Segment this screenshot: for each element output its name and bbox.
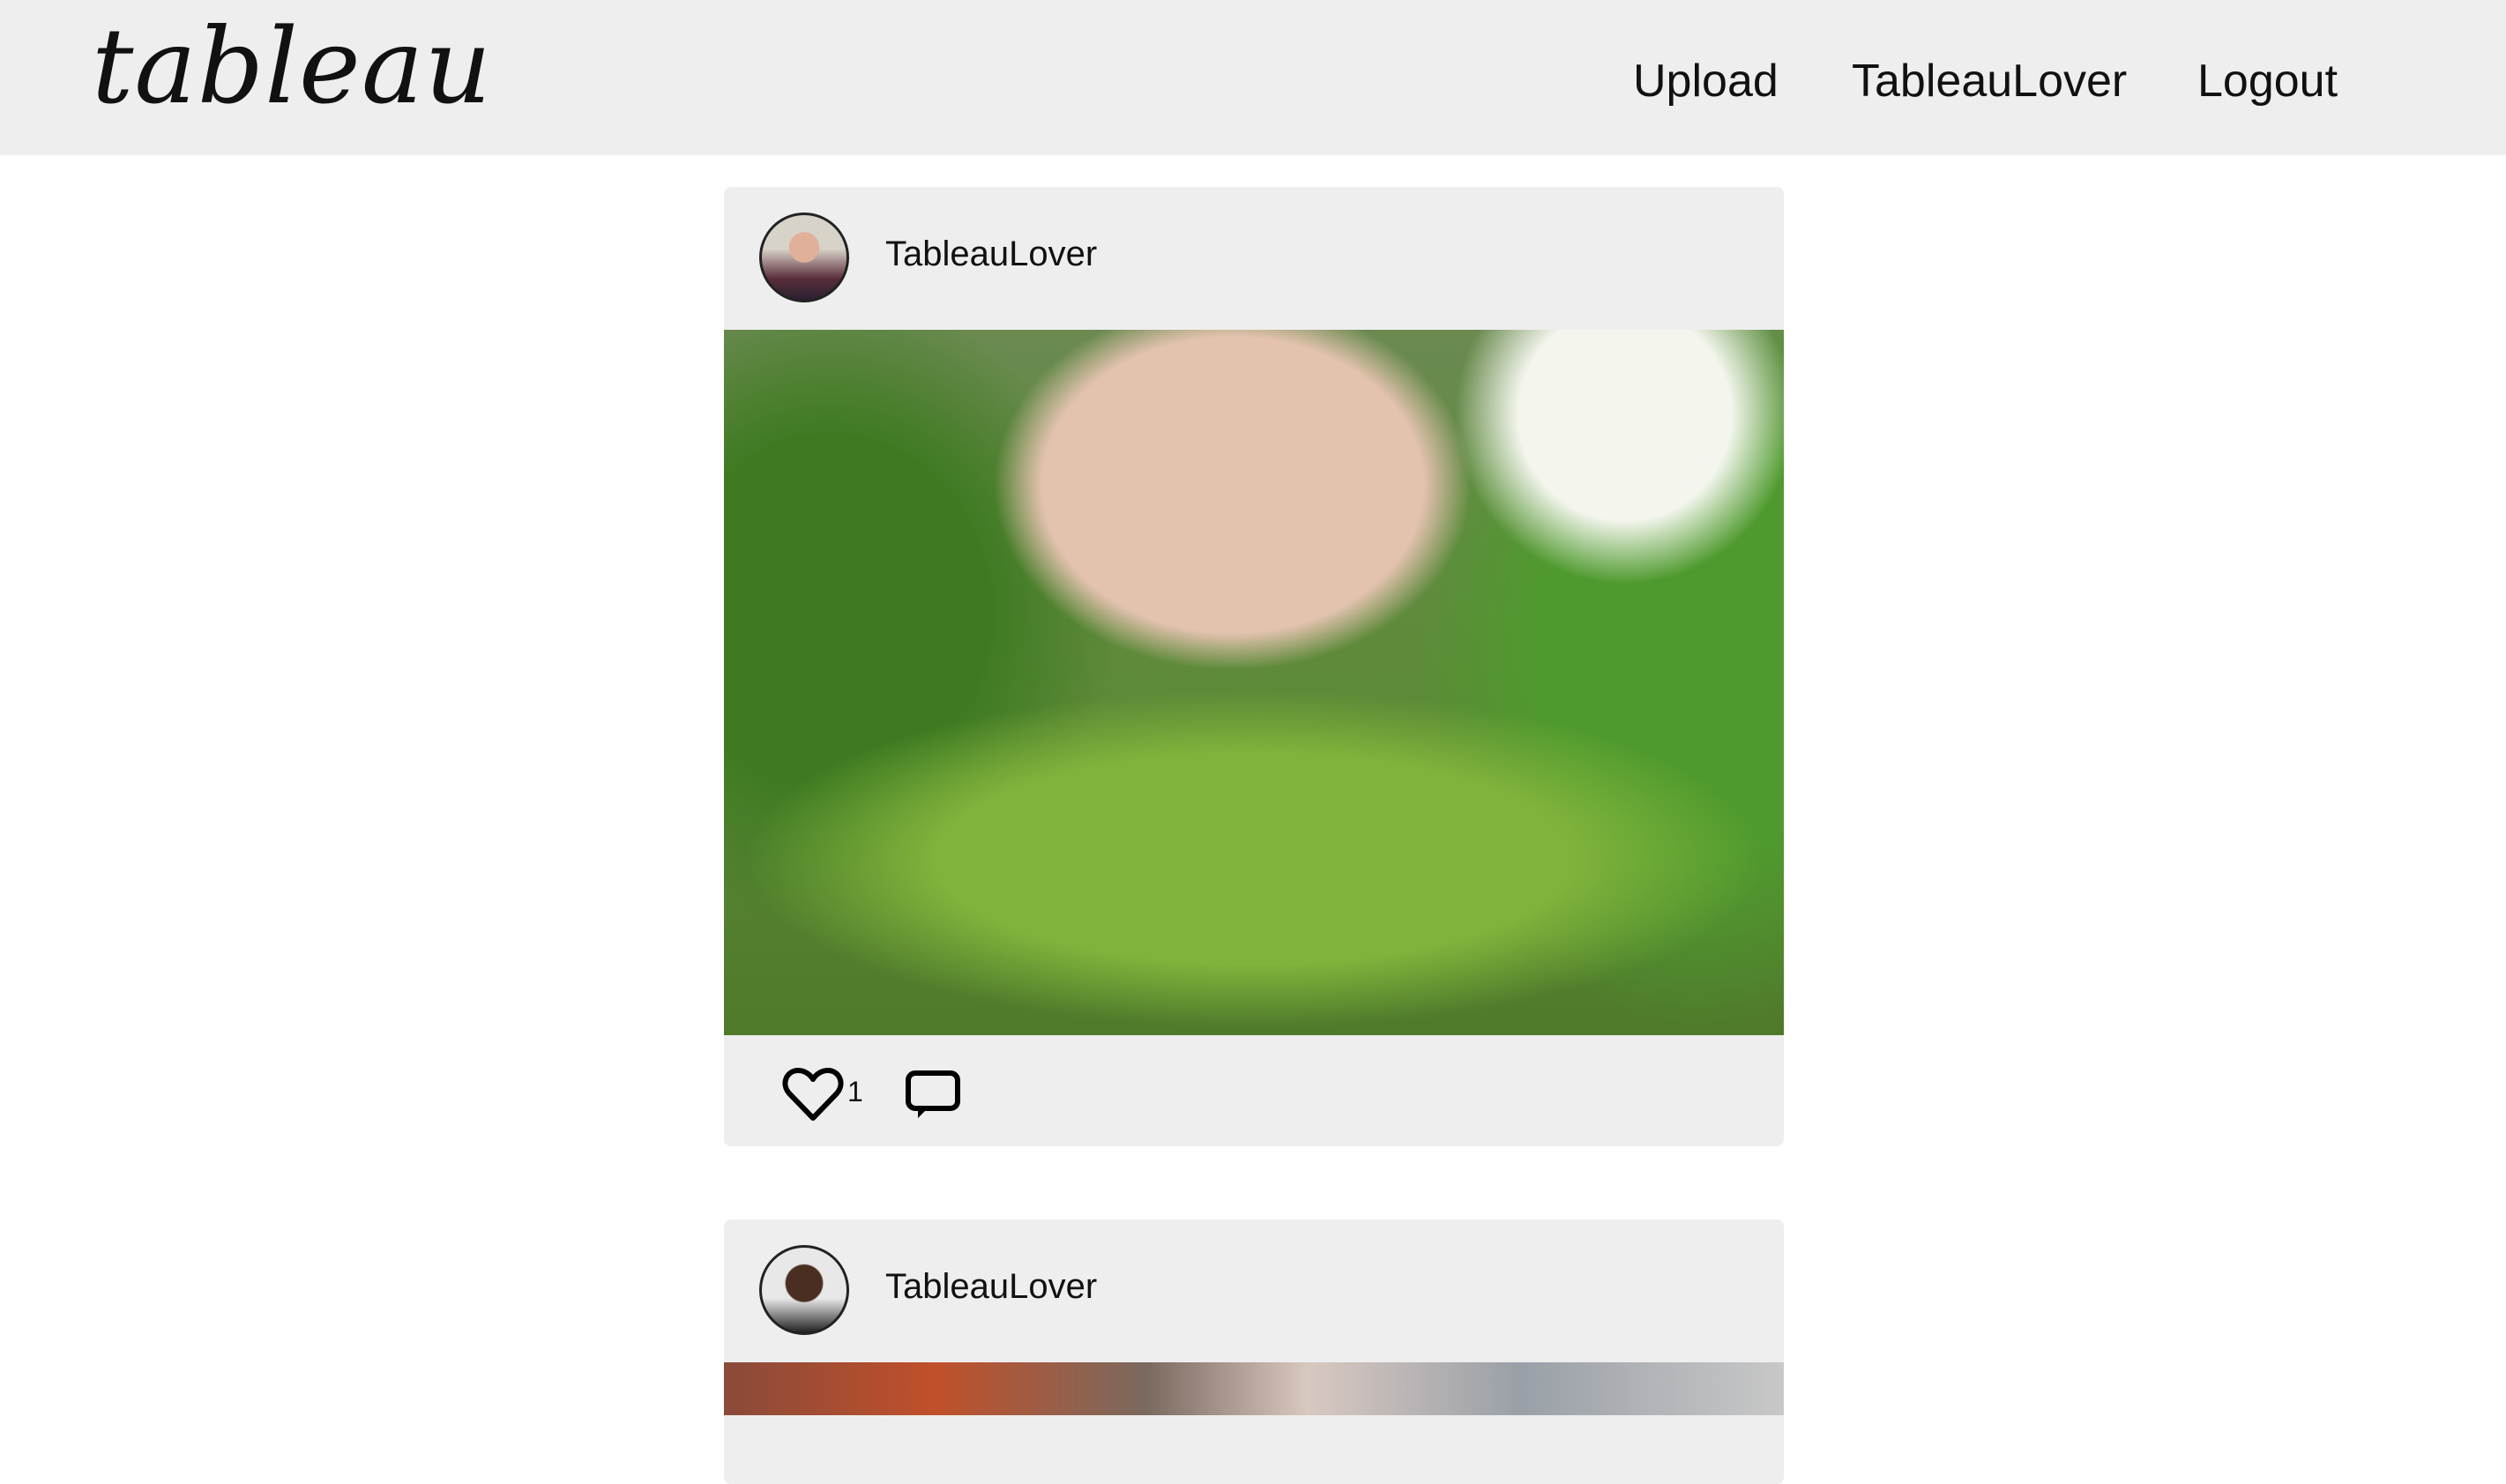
top-bar: tableau Upload TableauLover Logout [0,0,2506,155]
post-image[interactable] [724,330,1784,1035]
post-image[interactable] [724,1362,1784,1415]
post-username[interactable]: TableauLover [885,1267,1097,1307]
post-actions: 1 [724,1035,1784,1146]
heart-icon[interactable] [782,1067,844,1122]
like-count: 1 [847,1076,863,1107]
post-header: TableauLover [724,1219,1784,1362]
avatar[interactable] [759,1245,849,1335]
nav-profile[interactable]: TableauLover [1852,55,2127,108]
nav-upload[interactable]: Upload [1633,55,1779,108]
post-card: TableauLover [724,1219,1784,1484]
post-username[interactable]: TableauLover [885,235,1097,274]
post-header: TableauLover [724,187,1784,330]
avatar[interactable] [759,213,849,302]
nav-logout[interactable]: Logout [2197,55,2338,108]
logo[interactable]: tableau [92,5,492,127]
post-card: TableauLover 1 [724,187,1784,1146]
comment-icon[interactable] [906,1070,960,1120]
